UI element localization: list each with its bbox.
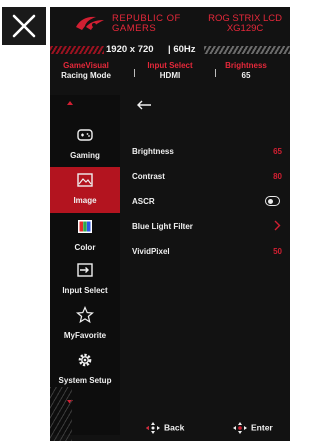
gamevisual-label: GameVisual [63,61,109,70]
status-row: GameVisual Racing Mode Input Select HDMI… [50,61,290,83]
refresh-readout: | 60Hz [168,44,196,55]
row-value: 80 [273,172,282,181]
stripe-decor-right [204,46,290,54]
enter-label: Enter [251,422,273,433]
sidebar-item-label: Gaming [70,151,100,160]
refresh-value: 60Hz [173,44,196,55]
menu-row-brightness[interactable]: Brightness 65 [132,144,282,158]
sidebar-item-color[interactable]: Color [50,214,120,260]
menu-row-contrast[interactable]: Contrast 80 [132,169,282,183]
gamepad-icon [77,129,93,141]
gamevisual-value: Racing Mode [61,71,111,80]
back-hint[interactable]: Back [146,422,184,434]
model-name: ROG STRIX LCD XG129C [208,14,282,34]
back-arrow-icon[interactable] [136,100,152,110]
scroll-up-arrow-icon[interactable] [67,101,73,105]
enter-hint[interactable]: Enter [233,422,273,434]
row-value: 50 [273,247,282,256]
osd-panel: REPUBLIC OF GAMERS ROG STRIX LCD XG129C … [50,7,290,441]
gear-icon [78,353,92,367]
back-label: Back [164,422,185,433]
brightness-status: Brightness 65 [216,61,276,81]
image-icon [77,173,93,187]
menu-row-blue-light-filter[interactable]: Blue Light Filter [132,219,282,233]
sidebar-item-label: Image [73,196,97,205]
brightness-label: Brightness [225,61,267,70]
sidebar-item-label: Input Select [62,286,108,295]
sidebar-item-input-select[interactable]: Input Select [50,257,120,303]
menu-row-ascr[interactable]: ASCR [132,194,282,208]
osd-header: REPUBLIC OF GAMERS ROG STRIX LCD XG129C [50,7,290,43]
sidebar-item-label: MyFavorite [63,331,107,340]
row-label: VividPixel [132,247,170,256]
star-icon [76,306,94,324]
status-divider [134,69,135,77]
sidebar-item-myfavorite[interactable]: MyFavorite [50,302,120,348]
close-icon [12,14,36,38]
stripe-decor-left [50,46,104,54]
chevron-right-icon [274,220,281,231]
status-divider [215,69,216,77]
sidebar-item-label: System Setup [58,376,112,385]
corner-hatch-decor [50,387,72,441]
close-button[interactable] [2,7,46,45]
row-label: Blue Light Filter [132,222,193,231]
gamevisual-status: GameVisual Racing Mode [56,61,116,81]
menu-row-vividpixel[interactable]: VividPixel 50 [132,244,282,258]
row-label: Brightness [132,147,174,156]
sidebar-item-image[interactable]: Image [50,167,120,213]
row-label: ASCR [132,197,155,206]
dpad-back-icon [146,422,160,434]
resolution-readout: 1920 x 720 [106,44,154,55]
dpad-enter-icon [233,422,247,434]
model-line-2: XG129C [226,23,264,34]
brand-line-2: GAMERS [112,23,157,34]
brightness-value: 65 [241,71,251,80]
sidebar-item-gaming[interactable]: Gaming [50,122,120,168]
row-value: 65 [273,147,282,156]
color-bars-icon [78,220,92,233]
input-label: Input Select [147,61,193,70]
rog-logo-icon [76,16,104,30]
row-label: Contrast [132,172,165,181]
sidebar-item-label: Color [74,243,96,252]
ascr-toggle[interactable] [265,196,280,206]
input-status: Input Select HDMI [140,61,200,81]
brand-title: REPUBLIC OF GAMERS [112,14,181,34]
input-select-icon [77,263,93,277]
input-value: HDMI [159,71,181,80]
